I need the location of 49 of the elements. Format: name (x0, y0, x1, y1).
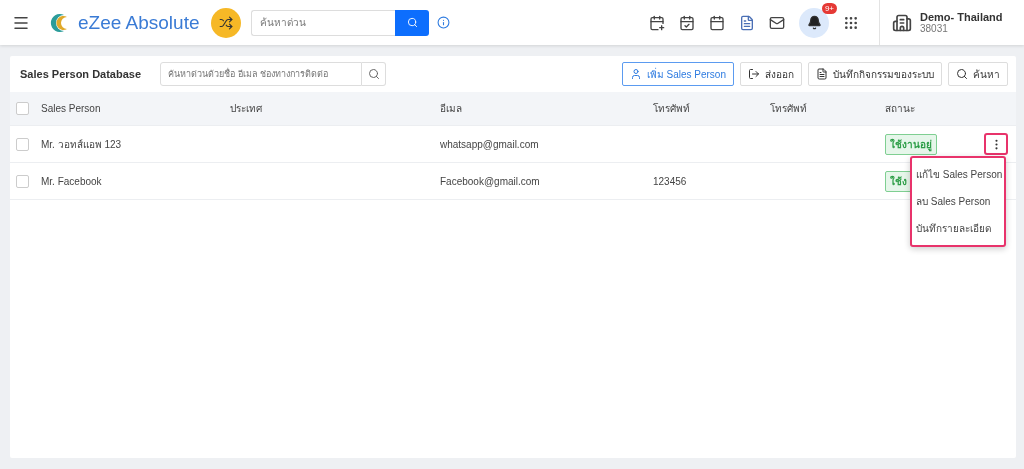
status-tag: ใช้ง (885, 170, 912, 192)
column-header: อีเมล (440, 102, 463, 116)
property-code: 38031 (920, 23, 949, 34)
search-button[interactable] (395, 9, 430, 36)
export-icon (748, 68, 760, 80)
user-icon (629, 68, 642, 80)
brand-name: eZee Absolute (78, 11, 200, 34)
bell-icon (806, 15, 822, 30)
apps-icon[interactable] (843, 14, 859, 31)
table-cell-text: Facebook@gmail.com (440, 175, 541, 187)
search-button[interactable] (362, 62, 386, 86)
building-icon (892, 12, 912, 33)
table-cell-text: whatsapp@gmail.com (440, 138, 540, 150)
property-name: Demo- Thailand (920, 11, 1003, 23)
calendar-check-icon[interactable] (679, 14, 695, 31)
notification-badge: 9+ (821, 2, 837, 14)
table-search-field[interactable]: ค้นหาด่วนด้วยชื่อ อีเมล ช่องทางการติดต่อ (160, 62, 362, 86)
add-button[interactable]: เพิ่ม Sales Person (621, 62, 734, 86)
more-button[interactable] (984, 133, 1008, 155)
document-icon (816, 68, 828, 80)
column-header: โทรศัพท์ (653, 102, 691, 116)
column-header: โทรศัพท์ (770, 102, 808, 116)
search-button[interactable]: ค้นหา (948, 62, 1008, 86)
search-icon (407, 17, 418, 28)
select-all-checkbox[interactable] (16, 102, 29, 115)
panel-title: Sales Person Database (20, 68, 143, 80)
table-cell-text: 123456 (653, 175, 688, 187)
table-cell-text: Mr. Facebook (41, 175, 103, 187)
menu-item[interactable]: แก้ไข Sales Person (912, 161, 1004, 188)
info-icon[interactable] (437, 16, 451, 29)
search-icon (956, 68, 968, 80)
quick-search-field[interactable]: ค้นหาด่วน (251, 9, 396, 36)
calendar-plus-icon[interactable] (649, 14, 665, 31)
menu-item[interactable]: ลบ Sales Person (912, 188, 1004, 215)
table-cell-text: Mr. วอทส์แอพ 123 (41, 137, 123, 152)
status-tag: ใช้งานอยู่ (885, 133, 937, 155)
row-checkbox[interactable] (16, 174, 29, 188)
menu-item[interactable]: บันทึกรายละเอียด (912, 215, 1004, 242)
column-header: สถานะ (885, 102, 916, 116)
shuffle-button[interactable] (211, 7, 242, 38)
search-icon (367, 68, 380, 80)
mail-icon[interactable] (769, 14, 785, 31)
shuffle-icon (219, 15, 234, 30)
column-header: Sales Person (41, 103, 102, 114)
activity-log-button[interactable]: บันทึกกิจกรรมของระบบ (808, 62, 942, 86)
row-checkbox[interactable] (16, 137, 29, 151)
calendar-icon[interactable] (709, 14, 725, 31)
export-button[interactable]: ส่งออก (740, 62, 802, 86)
column-header: ประเทศ (230, 102, 263, 116)
